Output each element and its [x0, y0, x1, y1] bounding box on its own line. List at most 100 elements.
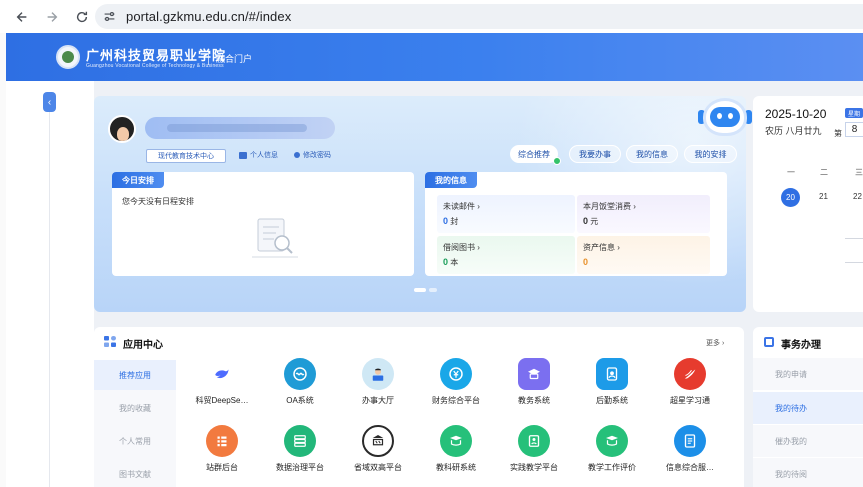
app-practice[interactable]: 实践教学平台 — [496, 425, 572, 473]
app-label: 省域双高平台 — [354, 463, 402, 472]
app-evaluation[interactable]: 教学工作评价 — [574, 425, 650, 473]
whale-icon — [206, 358, 238, 390]
weekday-badge: 星期 — [845, 108, 863, 118]
change-password-link[interactable]: 修改密码 — [294, 150, 331, 160]
school-logo-icon — [56, 45, 80, 69]
app-deepseek[interactable]: 科贸DeepSe… — [184, 358, 260, 406]
reload-icon[interactable] — [70, 5, 94, 29]
app-label: 教科研系统 — [436, 463, 476, 472]
id-card-icon — [239, 151, 247, 159]
tab-label: 我的信息 — [636, 149, 668, 159]
calendar-divider — [845, 238, 863, 239]
app-academic[interactable]: 教务系统 — [496, 358, 572, 406]
app-finance[interactable]: 财务综合平台 — [418, 358, 494, 406]
tab-my-affairs[interactable]: 我要办事 — [569, 145, 621, 163]
tab-my-info[interactable]: 我的信息 — [626, 145, 678, 163]
chaoxing-icon — [674, 358, 706, 390]
calendar-day[interactable]: 22 — [853, 192, 862, 201]
tasks-title: 事务办理 — [781, 340, 821, 351]
lunar-date: 农历 八月廿九 — [765, 126, 822, 136]
collapse-sidebar-button[interactable]: ‹ — [43, 92, 56, 112]
app-label: 后勤系统 — [596, 396, 628, 405]
canteen-spending-card[interactable]: 本月饭堂消费 › 0 元 — [577, 195, 710, 233]
week-prefix: 第 — [834, 129, 842, 138]
task-my-applications[interactable]: 我的申请 — [753, 358, 863, 390]
forward-arrow-icon[interactable] — [40, 5, 64, 29]
carousel-dot-active[interactable] — [414, 288, 426, 292]
info-label: 借阅图书 — [443, 243, 475, 252]
app-label: 实践教学平台 — [510, 463, 558, 472]
academic-icon — [518, 358, 550, 390]
category-library[interactable]: 图书文献 — [94, 459, 176, 487]
app-site-group[interactable]: 站群后台 — [184, 425, 260, 473]
portal-name: 融合门户 — [216, 54, 253, 64]
key-icon — [294, 152, 300, 158]
personal-info-label: 个人信息 — [250, 152, 278, 159]
department-tag: 现代教育技术中心 — [146, 149, 226, 163]
app-info-service[interactable]: 信息综合服… — [652, 425, 728, 473]
app-double-high[interactable]: 省域双高平台 — [340, 425, 416, 473]
info-value: 0 — [583, 257, 589, 267]
calendar-day-today[interactable]: 20 — [781, 188, 800, 207]
app-data-governance[interactable]: 数据治理平台 — [262, 425, 338, 473]
tasks-icon — [764, 337, 774, 347]
asset-info-card[interactable]: 资产信息 › 0 — [577, 236, 710, 274]
calendar-day[interactable]: 21 — [819, 192, 828, 201]
info-label: 本月饭堂消费 — [583, 202, 631, 211]
category-frequent[interactable]: 个人常用 — [94, 426, 176, 456]
assistant-robot-icon[interactable] — [697, 90, 753, 142]
task-my-to-read[interactable]: 我的待阅 — [753, 458, 863, 487]
grid-icon — [104, 336, 116, 347]
active-indicator — [553, 157, 561, 165]
portal-header: 广州科技贸易职业学院 Guangzhou Vocational College … — [6, 33, 863, 81]
carousel-dot[interactable] — [429, 288, 437, 292]
more-apps-link[interactable]: 更多 › — [706, 338, 724, 348]
task-my-todo[interactable]: 我的待办 — [753, 392, 863, 424]
info-unit: 本 — [450, 258, 459, 267]
app-oa[interactable]: OA系统 — [262, 358, 338, 406]
calendar-date: 2025-10-20 — [765, 107, 827, 121]
data-gov-icon — [284, 425, 316, 457]
info-value: 0 — [583, 216, 589, 226]
school-name: 广州科技贸易职业学院 — [86, 49, 227, 64]
today-schedule-panel: 今日安排 您今天没有日程安排 — [112, 172, 414, 276]
task-urge-me[interactable]: 催办我的 — [753, 425, 863, 457]
gutter-divider — [49, 112, 50, 487]
left-gutter — [6, 81, 94, 487]
info-value: 0 — [443, 257, 449, 267]
tab-label: 我要办事 — [579, 149, 611, 159]
site-settings-icon[interactable] — [103, 10, 116, 23]
unread-mail-card[interactable]: 未读邮件 › 0 封 — [437, 195, 575, 233]
category-recommended[interactable]: 推荐应用 — [94, 360, 176, 390]
oa-icon — [284, 358, 316, 390]
info-unit: 封 — [450, 217, 459, 226]
browser-toolbar: portal.gzkmu.edu.cn/#/index — [0, 0, 863, 33]
info-value: 0 — [443, 216, 449, 226]
info-label: 未读邮件 — [443, 202, 475, 211]
avatar[interactable] — [108, 115, 136, 143]
header-divider — [208, 51, 209, 65]
calendar-divider — [845, 262, 863, 263]
app-research[interactable]: 教科研系统 — [418, 425, 494, 473]
calendar-weekday: 二 — [820, 168, 828, 177]
app-label: 教务系统 — [518, 396, 550, 405]
tab-my-schedule[interactable]: 我的安排 — [684, 145, 737, 163]
tab-recommended[interactable]: 综合推荐 — [510, 145, 558, 163]
app-label: 科贸DeepSe… — [195, 396, 249, 405]
app-chaoxing[interactable]: 超星学习通 — [652, 358, 728, 406]
category-favorites[interactable]: 我的收藏 — [94, 393, 176, 423]
calendar-weekday: 一 — [787, 168, 795, 177]
change-password-label: 修改密码 — [303, 152, 331, 159]
site-group-icon — [206, 425, 238, 457]
personal-info-link[interactable]: 个人信息 — [239, 150, 278, 160]
empty-document-icon — [252, 218, 298, 258]
app-label: 信息综合服… — [666, 463, 714, 472]
borrowed-books-card[interactable]: 借阅图书 › 0 本 — [437, 236, 575, 274]
back-arrow-icon[interactable] — [10, 5, 34, 29]
app-service-hall[interactable]: 办事大厅 — [340, 358, 416, 406]
app-label: 教学工作评价 — [588, 463, 636, 472]
url-text: portal.gzkmu.edu.cn/#/index — [126, 9, 292, 24]
my-info-title: 我的信息 — [425, 172, 477, 188]
app-logistics[interactable]: 后勤系统 — [574, 358, 650, 406]
address-bar[interactable]: portal.gzkmu.edu.cn/#/index — [95, 4, 863, 29]
